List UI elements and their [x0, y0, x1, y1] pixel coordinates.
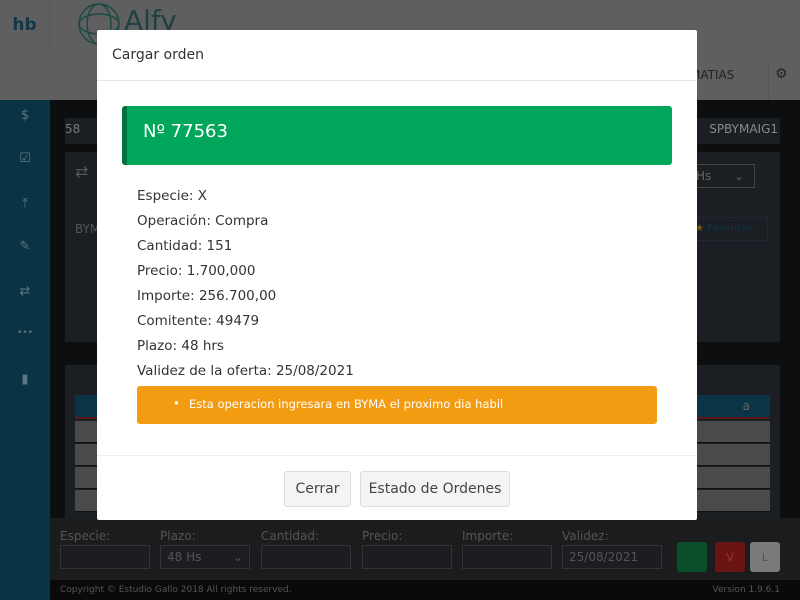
order-modal: Cargar orden Nº 77563 Especie: X Operaci… — [97, 30, 697, 520]
version: Version 1.9.6.1 — [712, 585, 780, 595]
account-code: SPBYMAIG1 — [709, 122, 778, 136]
sidebar-more-icon[interactable]: ••• — [0, 328, 50, 338]
chevron-down-icon: ⌄ — [733, 169, 744, 183]
validez-input[interactable]: 25/08/2021 — [562, 545, 662, 569]
copyright: Copyright © Estudio Gallo 2018 All right… — [60, 585, 292, 595]
close-button[interactable]: Cerrar — [284, 471, 351, 507]
sell-button[interactable]: V — [715, 542, 745, 572]
sidebar-info-icon[interactable]: ▮ — [0, 372, 50, 387]
order-success-callout: Nº 77563 — [122, 106, 672, 165]
sidebar-upload-icon[interactable]: ⤒ — [0, 196, 50, 211]
modal-footer: Cerrar Estado de Ordenes — [97, 455, 697, 520]
detail-plazo: Plazo: 48 hrs — [137, 338, 224, 354]
importe-input[interactable] — [462, 545, 552, 569]
table-header-label: a — [742, 399, 750, 413]
order-number: Nº 77563 — [143, 121, 228, 142]
cantidad-label: Cantidad: — [261, 529, 320, 543]
detail-precio: Precio: 1.700,000 — [137, 263, 256, 279]
favorites-button[interactable]: ★ Favoritos — [690, 217, 768, 241]
warning-callout: Esta operacion ingresara en BYMA el prox… — [137, 386, 657, 424]
clear-button[interactable]: L — [750, 542, 780, 572]
detail-operacion: Operación: Compra — [137, 213, 269, 229]
importe-label: Importe: — [462, 529, 514, 543]
brand-logo[interactable]: hb — [0, 0, 50, 50]
cantidad-input[interactable] — [261, 545, 351, 569]
detail-cantidad: Cantidad: 151 — [137, 238, 233, 254]
detail-validez: Validez de la oferta: 25/08/2021 — [137, 363, 354, 379]
warning-text: Esta operacion ingresara en BYMA el prox… — [189, 397, 504, 411]
precio-input[interactable] — [362, 545, 452, 569]
precio-label: Precio: — [362, 529, 403, 543]
sidebar-edit-icon[interactable]: ✎ — [0, 239, 50, 254]
order-form: Especie: Plazo: 48 Hs ⌄ Cantidad: Precio:… — [50, 518, 800, 580]
sidebar: $ ☑ ⤒ ✎ ⇄ ••• ▮ — [0, 100, 50, 600]
gears-icon[interactable]: ⚙ — [768, 66, 788, 100]
plazo-select[interactable]: 48 Hs ⌄ — [160, 545, 250, 569]
transfer-icon: ⇄ — [75, 162, 89, 181]
detail-comitente: Comitente: 49479 — [137, 313, 260, 329]
detail-importe: Importe: 256.700,00 — [137, 288, 277, 304]
left-value: 58 — [65, 122, 81, 136]
modal-header: Cargar orden — [97, 30, 697, 81]
favorites-label: Favoritos — [707, 223, 753, 234]
especie-label: Especie: — [60, 529, 111, 543]
sidebar-check-icon[interactable]: ☑ — [0, 151, 50, 166]
validez-label: Validez: — [562, 529, 609, 543]
plazo-label: Plazo: — [160, 529, 196, 543]
detail-especie: Especie: X — [137, 188, 208, 204]
sidebar-transfer-icon[interactable]: ⇄ — [0, 284, 50, 299]
plazo-value: 48 Hs — [167, 550, 202, 564]
sidebar-dollar-icon[interactable]: $ — [0, 108, 50, 123]
footer: Copyright © Estudio Gallo 2018 All right… — [50, 580, 800, 600]
modal-title: Cargar orden — [112, 47, 204, 63]
buy-button[interactable]: C — [677, 542, 707, 572]
especie-input[interactable] — [60, 545, 150, 569]
order-status-button[interactable]: Estado de Ordenes — [360, 471, 510, 507]
chevron-down-icon: ⌄ — [232, 550, 243, 564]
plazo-select-value: Hs — [696, 169, 712, 183]
